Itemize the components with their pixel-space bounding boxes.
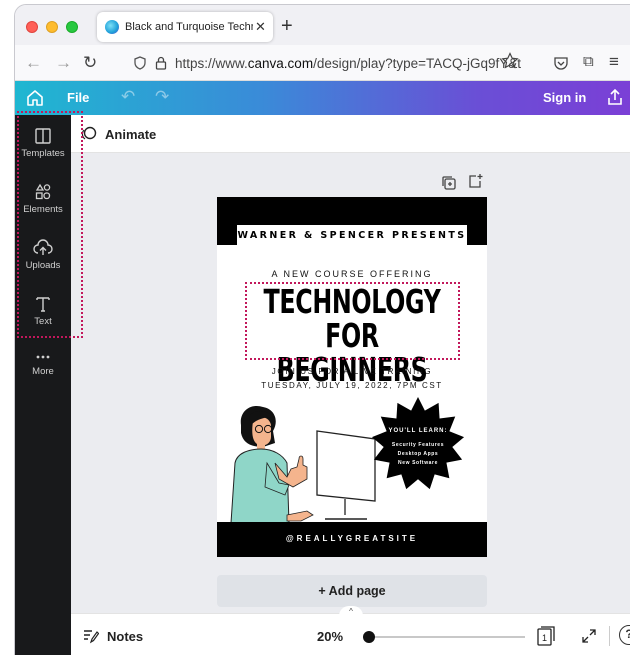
canvas-area: WARNER & SPENCER PRESENTS A NEW COURSE O… — [71, 153, 630, 613]
extensions-icon[interactable]: ⧉ — [583, 53, 594, 70]
sidebar-item-uploads[interactable]: Uploads — [15, 239, 71, 291]
selection-outline — [245, 282, 460, 360]
elements-icon — [35, 183, 51, 200]
canva-favicon-icon — [105, 20, 119, 34]
page-count-icon[interactable]: 1 — [537, 626, 555, 646]
close-window-button[interactable] — [26, 21, 38, 33]
tab-close-icon[interactable]: ✕ — [255, 19, 266, 35]
tab-title: Black and Turquoise Technology — [125, 21, 253, 33]
home-icon[interactable] — [25, 88, 45, 108]
design-page[interactable]: WARNER & SPENCER PRESENTS A NEW COURSE O… — [217, 197, 487, 557]
templates-icon — [35, 128, 51, 144]
duplicate-page-icon[interactable] — [441, 175, 457, 191]
person-monitor-illustration[interactable] — [217, 403, 387, 527]
sidebar-item-more[interactable]: More — [15, 351, 71, 403]
bookmark-star-icon[interactable] — [501, 52, 519, 70]
divider — [609, 626, 610, 646]
new-tab-button[interactable]: + — [281, 15, 293, 38]
browser-tab[interactable]: Black and Turquoise Technology ✕ — [97, 12, 273, 42]
poster-learn-heading[interactable]: YOU'LL LEARN: — [369, 428, 467, 434]
add-page-button[interactable]: + Add page — [217, 575, 487, 607]
url-bar[interactable]: https://www.canva.com/design/play?type=T… — [119, 48, 539, 78]
sidebar-item-elements[interactable]: Elements — [15, 183, 71, 235]
lock-icon[interactable] — [155, 56, 167, 70]
reload-icon[interactable]: ↻ — [83, 53, 97, 73]
canva-toolbar: File ↶ ↷ Sign in — [15, 81, 630, 115]
sidebar-item-templates[interactable]: Templates — [15, 127, 71, 179]
page-number: 1 — [542, 633, 547, 643]
chevron-up-icon[interactable]: ^ — [339, 606, 363, 616]
add-page-icon[interactable] — [467, 173, 483, 189]
sidebar-item-label: Uploads — [25, 260, 61, 271]
notes-button[interactable]: Notes — [107, 629, 143, 644]
tab-strip: Black and Turquoise Technology ✕ + — [15, 5, 630, 45]
poster-learn-item[interactable]: Desktop Apps — [369, 451, 467, 457]
zoom-percentage[interactable]: 20% — [317, 629, 343, 644]
sidebar-item-label: Elements — [23, 204, 63, 215]
animate-button[interactable]: Animate — [105, 127, 156, 142]
poster-site-text[interactable]: @REALLYGREATSITE — [217, 534, 487, 543]
browser-window: Black and Turquoise Technology ✕ + ← → ↻… — [14, 4, 630, 655]
back-arrow-icon[interactable]: ← — [25, 53, 42, 73]
forward-arrow-icon[interactable]: → — [55, 53, 72, 73]
poster-date-text[interactable]: TUESDAY, JULY 19, 2022, 7PM CST — [217, 381, 487, 390]
notes-icon[interactable] — [83, 628, 99, 644]
pocket-icon[interactable] — [553, 55, 569, 71]
poster-learn-item[interactable]: New Software — [369, 460, 467, 466]
poster-join-text[interactable]: JOIN US FOR A LIVE TRAINING — [217, 367, 487, 376]
poster-presents-text[interactable]: WARNER & SPENCER PRESENTS — [237, 225, 467, 247]
sign-in-button[interactable]: Sign in — [543, 90, 586, 105]
hamburger-menu-icon[interactable]: ≡ — [609, 52, 619, 72]
animate-bar: Animate — [71, 115, 630, 153]
sidebar-item-label: Templates — [21, 148, 65, 159]
zoom-slider[interactable] — [365, 636, 525, 638]
maximize-window-button[interactable] — [66, 21, 78, 33]
fullscreen-icon[interactable] — [581, 628, 597, 644]
sidebar-item-label: More — [32, 366, 54, 377]
sidebar-item-text[interactable]: Text — [15, 295, 71, 347]
side-panel: Templates Elements Uploads Text More — [15, 115, 71, 655]
sidebar-item-label: Text — [34, 316, 52, 327]
redo-icon[interactable]: ↷ — [155, 87, 169, 107]
bottom-bar: ^ Notes 20% 1 ? — [71, 606, 630, 655]
minimize-window-button[interactable] — [46, 21, 58, 33]
uploads-icon — [33, 239, 53, 255]
navigation-bar: ← → ↻ https://www.canva.com/design/play?… — [15, 45, 630, 81]
poster-learn-item[interactable]: Security Features — [369, 442, 467, 448]
animate-icon[interactable] — [81, 126, 97, 142]
more-icon — [36, 355, 50, 359]
zoom-slider-handle[interactable] — [363, 631, 375, 643]
file-menu[interactable]: File — [67, 90, 89, 105]
help-icon[interactable]: ? — [619, 625, 630, 645]
poster-offering-text[interactable]: A NEW COURSE OFFERING — [217, 269, 487, 279]
undo-icon[interactable]: ↶ — [121, 87, 135, 107]
share-icon[interactable] — [605, 87, 625, 107]
text-icon — [36, 297, 50, 312]
tracking-shield-icon[interactable] — [133, 56, 147, 70]
url-text[interactable]: https://www.canva.com/design/play?type=T… — [175, 56, 521, 71]
